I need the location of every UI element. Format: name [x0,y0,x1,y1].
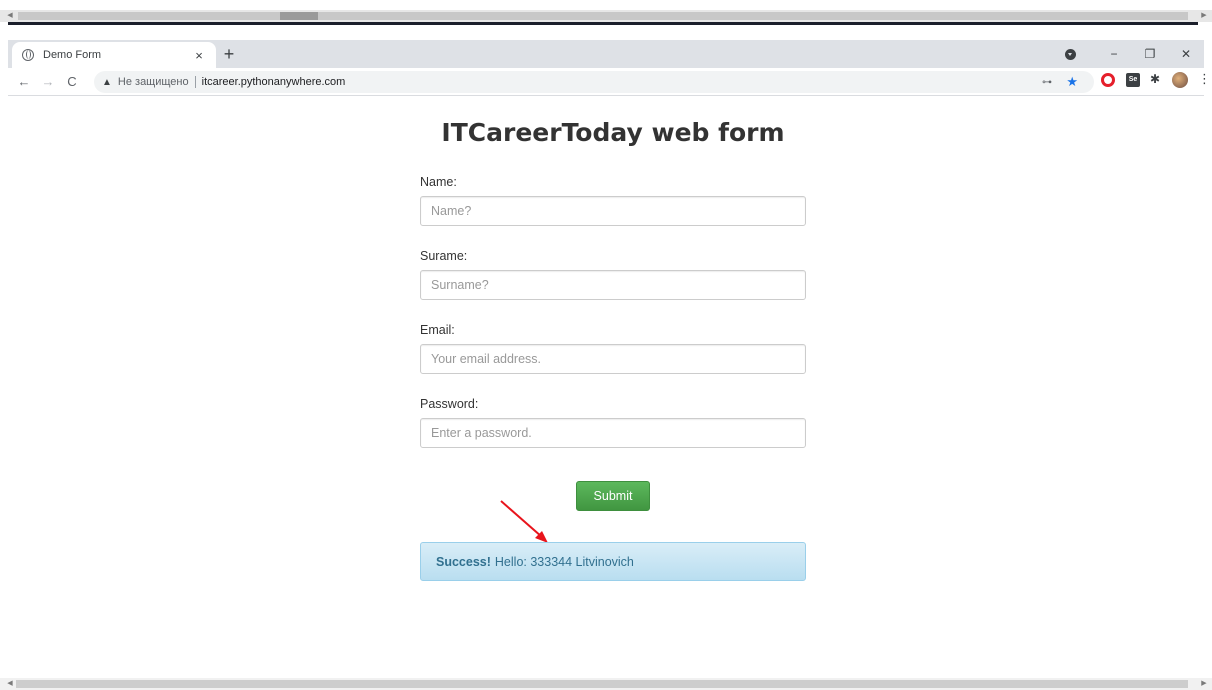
scroll-right-arrow-icon[interactable]: ▶ [1198,10,1210,22]
password-input[interactable] [420,418,806,448]
password-field-group: Password: [420,396,806,470]
name-field-group: Name: [420,174,806,248]
password-label: Password: [420,397,479,411]
key-icon[interactable]: ⊶ [1042,77,1052,88]
surname-input[interactable] [420,270,806,300]
scroll-right-arrow-icon[interactable]: ▶ [1198,678,1210,690]
email-input[interactable] [420,344,806,374]
reload-button[interactable]: C [60,74,84,89]
scrollbar-thumb-marker [280,12,318,20]
window-controls: − ❐ ✕ [1065,40,1204,68]
browser-tab-demo-form[interactable]: Demo Form × [12,42,216,68]
window-top-border [8,22,1198,25]
name-label: Name: [420,175,457,189]
page-title: ITCareerToday web form [441,118,785,147]
success-alert: Success! Hello: 333344 Litvinovich [420,542,806,581]
scroll-left-arrow-icon[interactable]: ◀ [4,10,16,22]
tab-search-icon[interactable] [1065,48,1076,60]
minimize-button[interactable]: − [1096,47,1132,61]
url-text[interactable]: itcareer.pythonanywhere.com [202,76,346,88]
submit-button[interactable]: Submit [576,481,650,511]
omnibox-separator [194,76,196,88]
scrollbar-thumb[interactable] [16,680,1188,688]
surname-label: Surame: [420,249,468,263]
forward-button[interactable]: → [36,74,60,89]
selenium-ide-icon[interactable]: Se [1126,73,1140,87]
close-window-button[interactable]: ✕ [1168,47,1204,61]
alert-strong-label: Success! [436,554,491,569]
web-form: Name: Surame: Email: Password: [420,174,806,470]
address-bar[interactable]: ▲ Не защищено itcareer.pythonanywhere.co… [94,71,1094,93]
email-field-group: Email: [420,322,806,396]
not-secure-label[interactable]: Не защищено [118,76,189,88]
warning-triangle-icon[interactable]: ▲ [102,77,112,88]
opera-icon[interactable] [1101,73,1115,87]
scrollbar-thumb[interactable] [18,12,1188,20]
name-input[interactable] [420,196,806,226]
new-tab-button[interactable]: + [220,43,238,65]
outer-horizontal-scrollbar-bottom[interactable]: ◀ ▶ [0,678,1212,690]
back-button[interactable]: ← [12,74,36,89]
surname-field-group: Surame: [420,248,806,322]
alert-message: Hello: 333344 Litvinovich [494,554,634,569]
globe-icon [22,49,34,61]
tab-close-icon[interactable]: × [192,48,206,63]
maximize-button[interactable]: ❐ [1132,47,1168,61]
browser-toolbar: ← → C ▲ Не защищено itcareer.pythonanywh… [8,68,1211,96]
red-annotation-arrow-icon [500,500,548,543]
scroll-left-arrow-icon[interactable]: ◀ [4,678,16,690]
extensions-puzzle-icon[interactable]: ✱ [1150,72,1164,86]
outer-horizontal-scrollbar-top[interactable]: ◀ ▶ [0,10,1212,22]
more-menu-icon[interactable]: ⋮ [1198,71,1211,86]
email-label: Email: [420,323,455,337]
tab-title: Demo Form [43,49,102,61]
browser-tab-strip: Demo Form × + − ❐ ✕ [8,40,1204,68]
profile-avatar[interactable] [1172,72,1188,88]
bookmark-star-icon[interactable]: ★ [1066,74,1078,90]
